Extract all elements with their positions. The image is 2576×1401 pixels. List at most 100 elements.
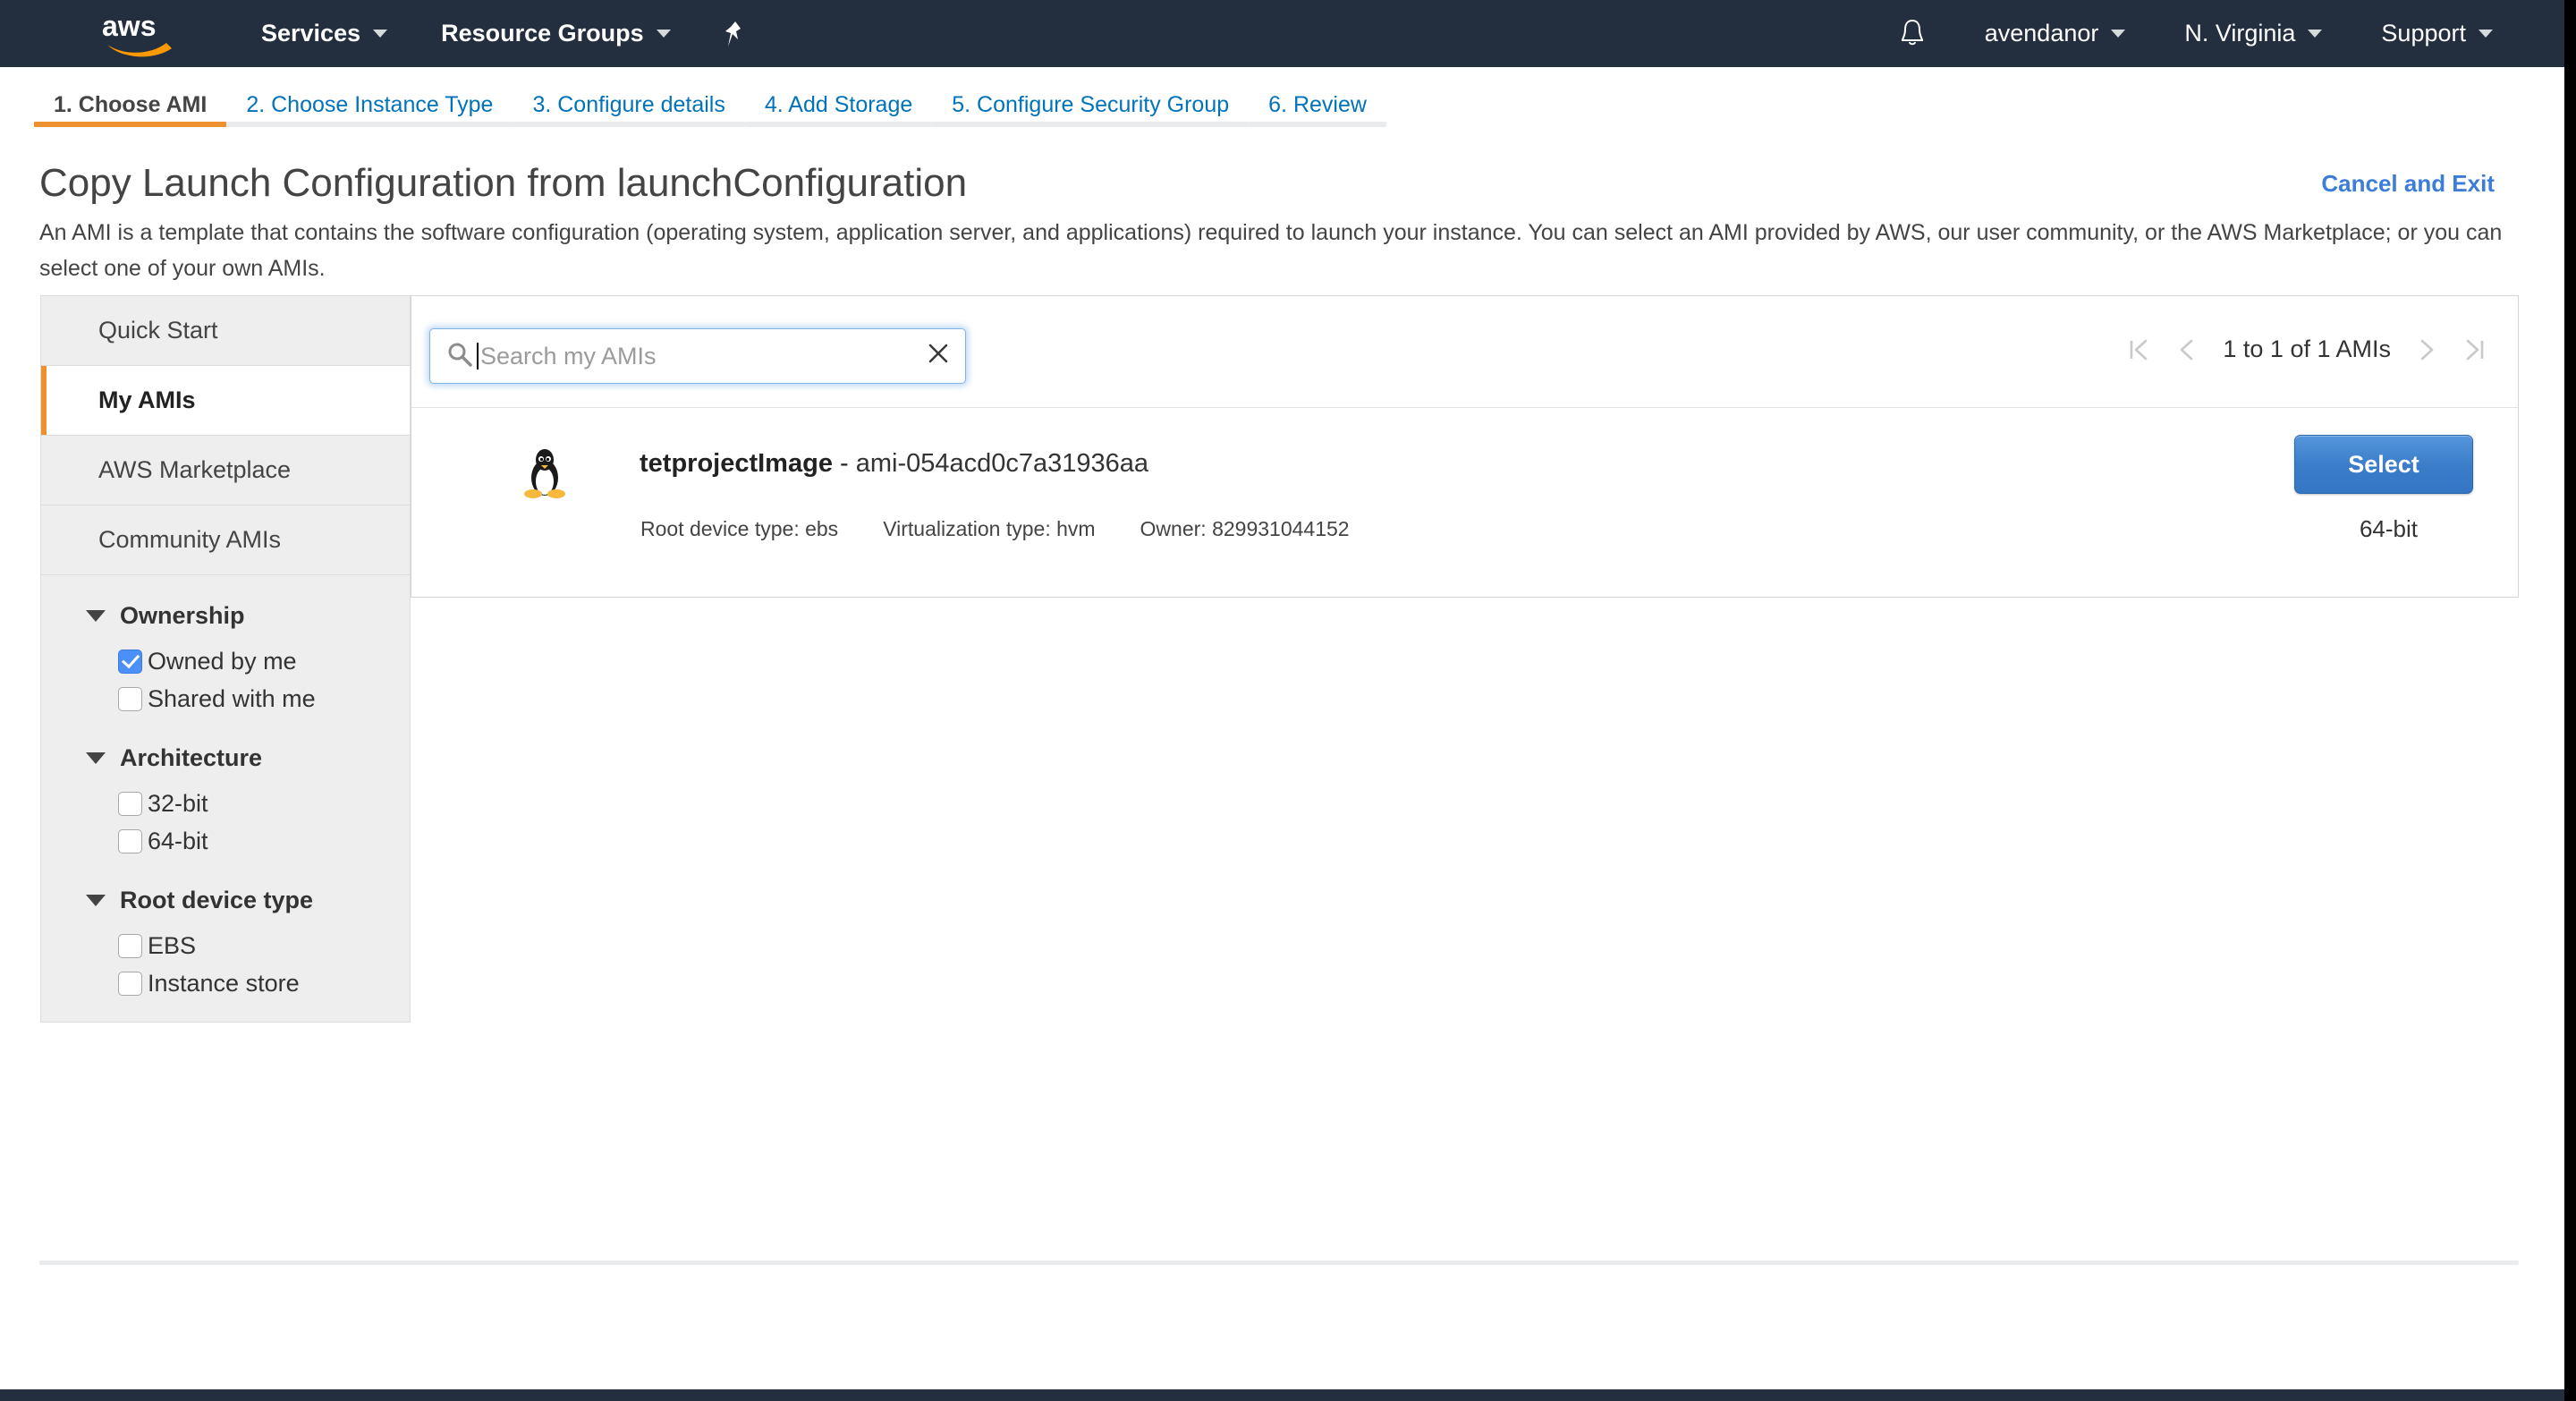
checkbox-icon[interactable]	[118, 972, 142, 996]
ami-sidebar: Quick Start My AMIs AWS Marketplace Comm…	[40, 295, 411, 1023]
tab-choose-ami-label: 1. Choose AMI	[54, 92, 207, 117]
page-description: An AMI is a template that contains the s…	[39, 215, 2508, 286]
sidebar-item-my-amis[interactable]: My AMIs	[41, 366, 410, 436]
filter-option-label: 32-bit	[148, 790, 208, 818]
tab-underline	[932, 122, 1249, 127]
chevron-down-icon	[657, 30, 671, 38]
filter-option-label: 64-bit	[148, 828, 208, 855]
tab-underline	[513, 122, 744, 127]
chevron-down-icon	[373, 30, 387, 38]
select-button[interactable]: Select	[2294, 435, 2473, 494]
nav-region-menu[interactable]: N. Virginia	[2184, 20, 2322, 47]
checkbox-checked-icon[interactable]	[118, 650, 142, 674]
results-toolbar: Search my AMIs	[411, 296, 2518, 407]
filter-option-64-bit[interactable]: 64-bit	[118, 822, 410, 860]
checkbox-icon[interactable]	[118, 687, 142, 711]
filter-option-label: Owned by me	[148, 648, 297, 675]
footer-bar	[0, 1389, 2564, 1401]
ami-owner: Owner: 829931044152	[1140, 517, 1350, 541]
filter-group-root-device-type-header[interactable]: Root device type	[41, 887, 410, 914]
sidebar-item-label: Quick Start	[98, 317, 218, 344]
table-row[interactable]: tetprojectImage - ami-054acd0c7a31936aa …	[411, 407, 2518, 597]
search-placeholder: Search my AMIs	[480, 343, 917, 370]
filter-group-architecture-header[interactable]: Architecture	[41, 744, 410, 772]
sidebar-filters: Ownership Owned by me Shared with me	[41, 602, 410, 1022]
ami-title-separator: -	[833, 449, 856, 478]
tab-add-storage[interactable]: 4. Add Storage	[745, 67, 932, 132]
ec2-launch-wizard-page: aws Services Resource Groups	[0, 0, 2576, 1401]
search-input[interactable]: Search my AMIs	[429, 328, 966, 384]
sidebar-item-community-amis[interactable]: Community AMIs	[41, 505, 410, 575]
filter-option-ebs[interactable]: EBS	[118, 927, 410, 964]
first-page-icon[interactable]	[2114, 337, 2164, 362]
ami-name: tetprojectImage	[640, 449, 833, 478]
ami-results-panel: Search my AMIs	[411, 295, 2519, 598]
filter-option-instance-store[interactable]: Instance store	[118, 964, 410, 1002]
search-container: Search my AMIs	[429, 328, 966, 384]
chevron-down-icon	[2111, 30, 2125, 38]
filter-group-ownership-header[interactable]: Ownership	[41, 602, 410, 630]
tab-review[interactable]: 6. Review	[1249, 67, 1386, 132]
filter-group-ownership: Ownership Owned by me Shared with me	[41, 602, 410, 717]
nav-services-label: Services	[261, 20, 360, 47]
next-page-icon[interactable]	[2403, 337, 2450, 362]
ami-root-device-type: Root device type: ebs	[640, 517, 838, 541]
filter-option-32-bit[interactable]: 32-bit	[118, 785, 410, 822]
linux-penguin-icon	[521, 447, 568, 499]
close-icon[interactable]	[917, 341, 951, 371]
search-icon	[446, 341, 473, 372]
filter-options: EBS Instance store	[41, 927, 410, 1002]
chevron-down-icon	[2308, 30, 2322, 38]
filter-option-owned-by-me[interactable]: Owned by me	[118, 642, 410, 680]
svg-text:aws: aws	[102, 10, 156, 42]
tab-configure-security-group[interactable]: 5. Configure Security Group	[932, 67, 1249, 132]
nav-resource-groups[interactable]: Resource Groups	[441, 20, 671, 47]
tab-configure-details[interactable]: 3. Configure details	[513, 67, 744, 132]
nav-account-menu[interactable]: avendanor	[1985, 20, 2126, 47]
navbar-right-group: avendanor N. Virginia Support	[1899, 18, 2564, 50]
ami-architecture-label: 64-bit	[2360, 515, 2418, 543]
footer-divider	[39, 1261, 2519, 1265]
tab-choose-instance-type[interactable]: 2. Choose Instance Type	[226, 67, 513, 132]
previous-page-icon[interactable]	[2164, 337, 2210, 362]
filter-group-root-device-type: Root device type EBS Instance store	[41, 887, 410, 1002]
filter-option-label: Instance store	[148, 970, 300, 998]
bell-icon[interactable]	[1899, 18, 1926, 50]
filter-options: 32-bit 64-bit	[41, 785, 410, 860]
tab-choose-ami[interactable]: 1. Choose AMI	[34, 67, 226, 132]
triangle-down-icon	[86, 752, 106, 764]
nav-account-label: avendanor	[1985, 20, 2099, 47]
wizard-step-tabs: 1. Choose AMI 2. Choose Instance Type 3.…	[0, 67, 2564, 132]
tab-choose-instance-type-label: 2. Choose Instance Type	[246, 92, 493, 117]
tab-underline	[226, 122, 513, 127]
chevron-down-icon	[2479, 30, 2493, 38]
filter-group-label: Architecture	[120, 744, 262, 772]
pagination: 1 to 1 of 1 AMIs	[2114, 335, 2500, 363]
pin-icon[interactable]	[723, 20, 746, 48]
filter-option-shared-with-me[interactable]: Shared with me	[118, 680, 410, 717]
checkbox-icon[interactable]	[118, 934, 142, 958]
tab-configure-details-label: 3. Configure details	[532, 92, 724, 117]
tab-configure-security-group-label: 5. Configure Security Group	[952, 92, 1229, 117]
page-title: Copy Launch Configuration from launchCon…	[39, 161, 967, 206]
sidebar-item-label: Community AMIs	[98, 526, 281, 554]
nav-services[interactable]: Services	[261, 20, 387, 47]
filter-group-label: Root device type	[120, 887, 313, 914]
tab-add-storage-label: 4. Add Storage	[765, 92, 912, 117]
triangle-down-icon	[86, 895, 106, 906]
aws-global-navbar: aws Services Resource Groups	[0, 0, 2564, 67]
nav-support-menu[interactable]: Support	[2381, 20, 2493, 47]
cancel-and-exit-link[interactable]: Cancel and Exit	[2321, 170, 2495, 198]
filter-options: Owned by me Shared with me	[41, 642, 410, 717]
aws-logo[interactable]: aws	[100, 9, 179, 59]
checkbox-icon[interactable]	[118, 829, 142, 853]
last-page-icon[interactable]	[2450, 337, 2500, 362]
nav-resource-groups-label: Resource Groups	[441, 20, 644, 47]
checkbox-icon[interactable]	[118, 792, 142, 816]
tab-review-label: 6. Review	[1268, 92, 1367, 117]
pagination-count-label: 1 to 1 of 1 AMIs	[2210, 335, 2403, 363]
sidebar-item-label: AWS Marketplace	[98, 456, 291, 484]
tab-underline	[34, 122, 226, 127]
sidebar-item-aws-marketplace[interactable]: AWS Marketplace	[41, 436, 410, 505]
sidebar-item-quick-start[interactable]: Quick Start	[41, 296, 410, 366]
